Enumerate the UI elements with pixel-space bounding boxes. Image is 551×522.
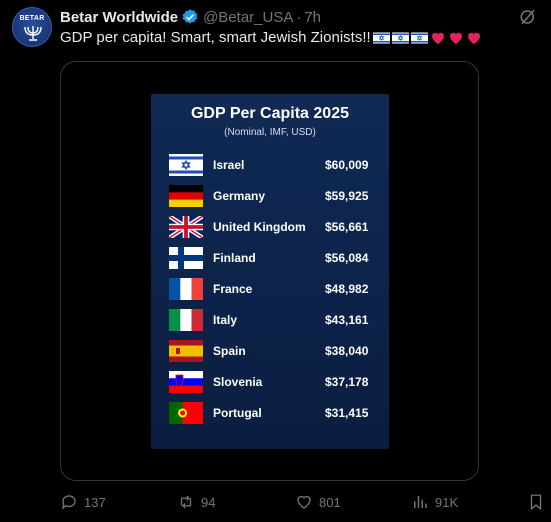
post-text: GDP per capita! Smart, smart Jewish Zion… — [60, 29, 371, 46]
israel-flag-emoji — [410, 32, 428, 43]
like-count: 801 — [319, 494, 341, 510]
country-row: Israel $60,009 — [169, 154, 379, 176]
country-name: Italy — [213, 313, 238, 327]
country-name: United Kingdom — [213, 220, 306, 234]
post-media[interactable]: GDP Per Capita 2025 (Nominal, IMF, USD) … — [60, 61, 479, 481]
post-header: Betar Worldwide @Betar_USA · 7h — [60, 6, 511, 28]
views-button[interactable]: 91K — [411, 493, 458, 511]
country-name: Portugal — [213, 406, 262, 420]
country-row: Finland $56,084 — [169, 247, 379, 269]
red-heart-emoji — [431, 32, 444, 45]
country-row: France $48,982 — [169, 278, 379, 300]
infographic-subtitle: (Nominal, IMF, USD) — [224, 127, 316, 138]
country-row: Slovenia $37,178 — [169, 371, 379, 393]
reply-icon — [61, 495, 76, 510]
red-heart-emoji — [467, 32, 480, 45]
verified-badge-icon — [181, 8, 199, 26]
gdp-value: $60,009 — [325, 158, 369, 172]
like-icon — [297, 495, 311, 509]
post-text-line: GDP per capita! Smart, smart Jewish Zion… — [60, 29, 482, 46]
bookmark-icon — [530, 494, 542, 511]
france-flag-icon — [169, 278, 203, 300]
like-button[interactable]: 801 — [295, 493, 341, 511]
gdp-value: $56,084 — [325, 251, 369, 265]
views-icon — [414, 496, 427, 508]
gdp-value: $37,178 — [325, 375, 369, 389]
country-row: United Kingdom $56,661 — [169, 216, 379, 238]
gdp-value: $38,040 — [325, 344, 369, 358]
portugal-flag-icon — [169, 402, 203, 424]
israel-flag-icon — [169, 154, 203, 176]
spain-flag-icon — [169, 340, 203, 362]
country-row: Spain $38,040 — [169, 340, 379, 362]
gdp-value: $31,415 — [325, 406, 369, 420]
author-name[interactable]: Betar Worldwide — [60, 9, 178, 26]
reply-button[interactable]: 137 — [60, 493, 106, 511]
gdp-value: $48,982 — [325, 282, 369, 296]
repost-button[interactable]: 94 — [177, 493, 215, 511]
country-name: Finland — [213, 251, 256, 265]
country-name: Spain — [213, 344, 246, 358]
repost-count: 94 — [201, 494, 216, 510]
grok-icon[interactable] — [519, 8, 537, 31]
avatar[interactable]: BETAR — [12, 7, 52, 47]
finland-flag-icon — [169, 247, 203, 269]
germany-flag-icon — [169, 185, 203, 207]
slovenia-flag-icon — [169, 371, 203, 393]
post-time[interactable]: 7h — [304, 9, 321, 26]
views-count: 91K — [435, 494, 459, 510]
country-name: Slovenia — [213, 375, 263, 389]
gdp-infographic: GDP Per Capita 2025 (Nominal, IMF, USD) … — [151, 94, 389, 449]
country-row: Italy $43,161 — [169, 309, 379, 331]
separator-dot: · — [296, 8, 302, 26]
country-name: Israel — [213, 158, 245, 172]
gdp-value: $43,161 — [325, 313, 369, 327]
menorah-icon — [24, 26, 42, 41]
country-row: Portugal $31,415 — [169, 402, 379, 424]
israel-flag-emoji — [372, 32, 390, 43]
post-actions: 137 94 801 91K — [60, 493, 542, 513]
red-heart-emoji — [449, 32, 462, 45]
repost-icon — [180, 495, 192, 509]
infographic-title: GDP Per Capita 2025 — [190, 105, 349, 122]
israel-flag-emoji — [391, 32, 409, 43]
reply-count: 137 — [84, 494, 106, 510]
gdp-value: $56,661 — [325, 220, 369, 234]
bookmark-button[interactable] — [528, 493, 544, 511]
avatar-logo-text: BETAR — [19, 15, 45, 22]
country-name: France — [213, 282, 253, 296]
gdp-value: $59,925 — [325, 189, 369, 203]
country-row: Germany $59,925 — [169, 185, 379, 207]
country-name: Germany — [213, 189, 266, 203]
italy-flag-icon — [169, 309, 203, 331]
uk-flag-icon — [169, 216, 203, 238]
author-handle[interactable]: @Betar_USA — [203, 9, 293, 26]
